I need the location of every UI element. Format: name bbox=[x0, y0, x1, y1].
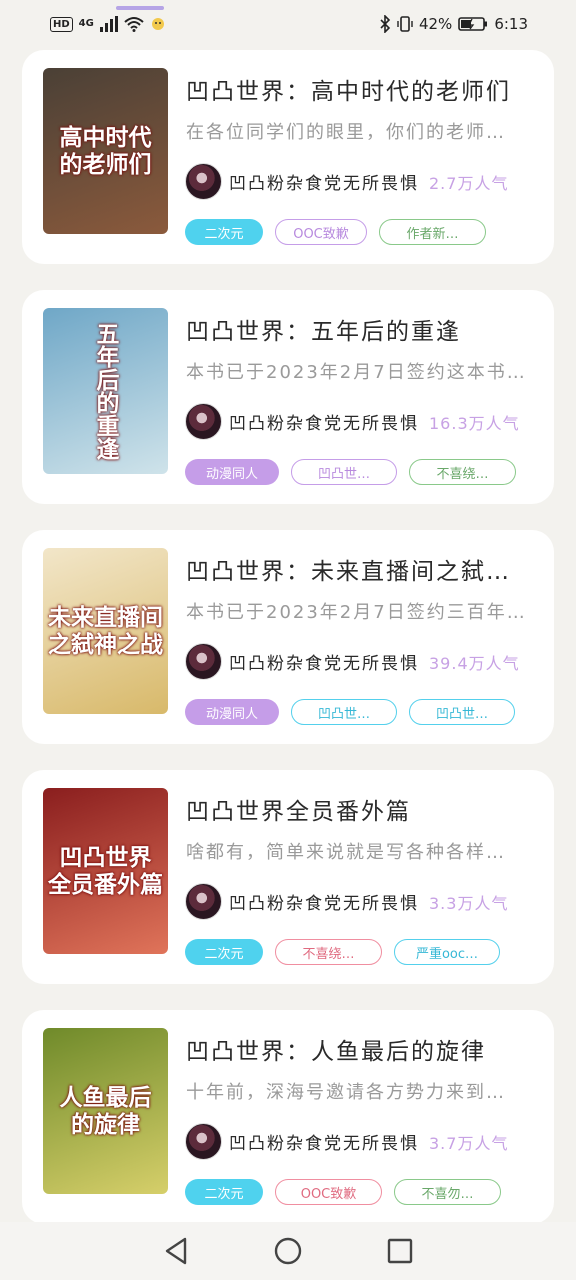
author-name[interactable]: 凹凸粉杂食党无所畏惧 bbox=[229, 409, 419, 434]
popularity-count: 39.4万人气 bbox=[429, 653, 520, 673]
hd-badge: HD bbox=[50, 16, 73, 32]
book-title[interactable]: 凹凸世界全员番外篇 bbox=[186, 792, 538, 826]
book-card[interactable]: 凹凸世界 全员番外篇 凹凸世界全员番外篇啥都有，简单来说就是写各种各样… 凹凸粉杂食… bbox=[22, 770, 554, 984]
book-cover-image[interactable]: 高中时代 的老师们 bbox=[43, 68, 168, 234]
author-row: 凹凸粉杂食党无所畏惧 3.7万人气 bbox=[185, 1123, 508, 1160]
popularity-count: 2.7万人气 bbox=[429, 173, 509, 193]
tag-list: 二次元 OOC致歉 不喜勿… bbox=[185, 1179, 501, 1205]
tag-chip[interactable]: OOC致歉 bbox=[275, 1179, 382, 1205]
network-label: 4G bbox=[78, 18, 94, 29]
tag-chip[interactable]: 严重ooc… bbox=[394, 939, 500, 965]
signal-icon bbox=[99, 16, 118, 32]
tag-list: 动漫同人 凹凸世… 不喜绕… bbox=[185, 459, 516, 485]
tag-chip[interactable]: 凹凸世… bbox=[291, 459, 397, 485]
tag-chip[interactable]: 二次元 bbox=[185, 939, 263, 965]
back-icon[interactable] bbox=[161, 1236, 191, 1266]
author-avatar[interactable] bbox=[185, 403, 222, 440]
vibrate-icon bbox=[397, 16, 413, 32]
cover-title-text: 未来直播间 之弑神之战 bbox=[48, 604, 163, 658]
author-row: 凹凸粉杂食党无所畏惧 39.4万人气 bbox=[185, 643, 520, 680]
author-avatar[interactable] bbox=[185, 643, 222, 680]
tag-list: 二次元 OOC致歉 作者新… bbox=[185, 219, 486, 245]
tag-chip[interactable]: 凹凸世… bbox=[409, 699, 515, 725]
book-card[interactable]: 五年后的重逢 凹凸世界：五年后的重逢本书已于2023年2月7日签约这本书… 凹凸粉杂… bbox=[22, 290, 554, 504]
tag-chip[interactable]: 二次元 bbox=[185, 219, 263, 245]
cover-title-text: 高中时代 的老师们 bbox=[59, 124, 152, 178]
book-description: 本书已于2023年2月7日签约三百年… bbox=[186, 602, 527, 623]
battery-percent: 42% bbox=[418, 15, 453, 33]
recents-icon[interactable] bbox=[385, 1236, 415, 1266]
tag-chip[interactable]: 不喜勿… bbox=[394, 1179, 501, 1205]
author-name[interactable]: 凹凸粉杂食党无所畏惧 bbox=[229, 889, 419, 914]
book-cover-image[interactable]: 人鱼最后 的旋律 bbox=[43, 1028, 168, 1194]
book-feed: 高中时代 的老师们 凹凸世界：高中时代的老师们在各位同学们的眼里，你们的老师… 凹凸… bbox=[22, 50, 554, 1250]
tag-list: 动漫同人 凹凸世… 凹凸世… bbox=[185, 699, 515, 725]
book-card[interactable]: 未来直播间 之弑神之战 凹凸世界：未来直播间之弑… 本书已于2023年2月7日签约三… bbox=[22, 530, 554, 744]
book-cover-image[interactable]: 凹凸世界 全员番外篇 bbox=[43, 788, 168, 954]
book-description: 啥都有，简单来说就是写各种各样… bbox=[186, 842, 506, 863]
tag-list: 二次元 不喜绕… 严重ooc… bbox=[185, 939, 500, 965]
author-name[interactable]: 凹凸粉杂食党无所畏惧 bbox=[229, 1129, 419, 1154]
popularity-count: 3.7万人气 bbox=[429, 1133, 509, 1153]
author-row: 凹凸粉杂食党无所畏惧 16.3万人气 bbox=[185, 403, 520, 440]
tag-chip[interactable]: 凹凸世… bbox=[291, 699, 397, 725]
cover-title-text: 凹凸世界 全员番外篇 bbox=[48, 844, 163, 898]
tag-chip[interactable]: 不喜绕… bbox=[409, 459, 516, 485]
tag-chip[interactable]: 动漫同人 bbox=[185, 699, 279, 725]
book-cover-image[interactable]: 未来直播间 之弑神之战 bbox=[43, 548, 168, 714]
bluetooth-icon bbox=[380, 15, 391, 33]
cover-title-text: 五年后的重逢 bbox=[92, 322, 119, 460]
author-avatar[interactable] bbox=[185, 163, 222, 200]
author-avatar[interactable] bbox=[185, 883, 222, 920]
author-name[interactable]: 凹凸粉杂食党无所畏惧 bbox=[229, 649, 419, 674]
author-row: 凹凸粉杂食党无所畏惧 2.7万人气 bbox=[185, 163, 508, 200]
status-bar: HD 4G 42% 6:13 bbox=[0, 0, 576, 48]
book-card[interactable]: 人鱼最后 的旋律 凹凸世界：人鱼最后的旋律十年前，深海号邀请各方势力来到… 凹凸粉杂… bbox=[22, 1010, 554, 1224]
book-description: 十年前，深海号邀请各方势力来到… bbox=[186, 1082, 506, 1103]
book-title[interactable]: 凹凸世界：人鱼最后的旋律 bbox=[186, 1032, 538, 1066]
author-avatar[interactable] bbox=[185, 1123, 222, 1160]
clock: 6:13 bbox=[494, 15, 528, 33]
book-card[interactable]: 高中时代 的老师们 凹凸世界：高中时代的老师们在各位同学们的眼里，你们的老师… 凹凸… bbox=[22, 50, 554, 264]
popularity-count: 3.3万人气 bbox=[429, 893, 509, 913]
battery-icon bbox=[458, 17, 488, 31]
popularity-count: 16.3万人气 bbox=[429, 413, 520, 433]
tag-chip[interactable]: 不喜绕… bbox=[275, 939, 382, 965]
notification-icon bbox=[151, 18, 164, 30]
book-title[interactable]: 凹凸世界：高中时代的老师们 bbox=[186, 72, 538, 106]
book-description: 在各位同学们的眼里，你们的老师… bbox=[186, 122, 506, 143]
navigation-bar bbox=[0, 1222, 576, 1280]
tag-chip[interactable]: 动漫同人 bbox=[185, 459, 279, 485]
tag-chip[interactable]: OOC致歉 bbox=[275, 219, 367, 245]
author-name[interactable]: 凹凸粉杂食党无所畏惧 bbox=[229, 169, 419, 194]
book-title[interactable]: 凹凸世界：五年后的重逢 bbox=[186, 312, 538, 346]
home-icon[interactable] bbox=[273, 1236, 303, 1266]
tag-chip[interactable]: 二次元 bbox=[185, 1179, 263, 1205]
author-row: 凹凸粉杂食党无所畏惧 3.3万人气 bbox=[185, 883, 508, 920]
wifi-icon bbox=[124, 17, 144, 32]
book-description: 本书已于2023年2月7日签约这本书… bbox=[186, 362, 527, 383]
book-title[interactable]: 凹凸世界：未来直播间之弑… bbox=[186, 552, 538, 586]
book-cover-image[interactable]: 五年后的重逢 bbox=[43, 308, 168, 474]
tag-chip[interactable]: 作者新… bbox=[379, 219, 486, 245]
cover-title-text: 人鱼最后 的旋律 bbox=[59, 1084, 152, 1138]
